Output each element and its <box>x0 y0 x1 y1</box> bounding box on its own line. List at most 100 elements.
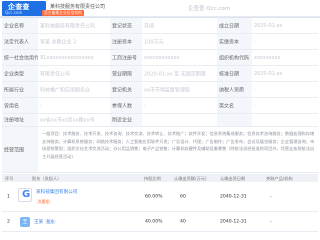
info-value: 2020-01-xx 至 无固定期限 <box>142 66 217 81</box>
info-value: xxxxxxxxxxxx <box>142 50 217 65</box>
info-value: 科技推广和应用服务业 <box>38 82 110 97</box>
info-label: 所属行业 <box>2 82 38 97</box>
qcc-logo[interactable]: 企查查 Qcc.com <box>2 1 46 16</box>
shareholder-table-header: 序号 股东（发起人） 持股比例 认缴出资额(万元) 认缴出资日期 关联产品/机构 <box>2 174 318 182</box>
col-index: 序号 <box>5 175 14 181</box>
info-value-text: 2020-01-xx <box>254 22 283 29</box>
info-label: 企业名称 <box>2 18 38 33</box>
info-row: 注册地址 xx省xx市xx区xx路xx号 附近企业 <box>2 114 318 127</box>
info-label-text: 纳税人资质 <box>219 87 245 93</box>
info-value-text: - <box>254 102 256 109</box>
major-shareholder-pill: 大股东 <box>36 199 52 204</box>
info-value: 100万元 <box>142 34 217 49</box>
company-logo-avatar[interactable]: G <box>18 188 32 202</box>
info-label: 成立日期 <box>217 18 252 33</box>
info-value: 2020-01-xx <box>252 18 318 33</box>
shareholder-pill: 股东 <box>44 218 57 224</box>
subscribed-amount: 60 <box>180 194 186 199</box>
info-label-text: 曾用名 <box>4 103 20 109</box>
person-avatar[interactable]: 王 <box>20 217 30 227</box>
info-label: 统一社会信用代码 <box>2 50 38 65</box>
info-value: xx市市场监督管理局 <box>142 82 217 97</box>
info-value: - <box>252 34 318 49</box>
info-value: - <box>142 98 217 113</box>
col-shareholder: 股东（发起人） <box>32 175 62 181</box>
info-label-text: 实缴资本 <box>219 39 240 45</box>
info-value: - <box>38 98 110 113</box>
info-label: 附近企业 <box>110 114 142 126</box>
info-label-text: 注册资本 <box>112 39 133 45</box>
info-label: 登记机关 <box>110 82 142 97</box>
info-value-text: - <box>254 38 256 45</box>
info-label: 企业类型 <box>2 66 38 81</box>
shareholder-name[interactable]: 王某 <box>34 220 43 225</box>
info-row: 统一社会信用代码91xxxxxxxxxxxxxxxx 工商注册号 xxxxxxxxx… <box>2 50 318 66</box>
info-value-text: 存续 <box>144 23 155 29</box>
col-related: 关联产品/机构 <box>266 175 293 181</box>
info-row: 曾用名 - 参保人数 - 英文名 - <box>2 98 318 114</box>
business-scope-row: 经营范围 一般项目：技术服务、技术开发、技术咨询、技术交流、技术转让、技术推广；… <box>2 127 318 173</box>
info-value-text: xx市市场监督管理局 <box>144 87 190 93</box>
info-label-text: 统一社会信用代码 <box>4 55 38 61</box>
info-label-text: 企业名称 <box>4 23 25 29</box>
info-value-text: 2020-01-xx <box>254 70 283 77</box>
business-scope-label-text: 经营范围 <box>4 147 25 153</box>
info-value-text: - <box>254 86 256 93</box>
info-label: 实缴资本 <box>217 34 252 49</box>
info-label-text: 参保人数 <box>112 103 133 109</box>
info-value-text: 李某 关联企业 2 <box>40 39 77 45</box>
info-value-text: 91xxxxxxxxxxxxxxxx <box>40 54 94 61</box>
info-value: - <box>252 98 318 113</box>
info-value: 某科技服务有限责任公司 <box>38 18 110 33</box>
shareholder-row[interactable]: 2 王 王某 股东 40.00% 40 2040-12-31 - <box>2 212 318 232</box>
info-value-text: xx省xx市xx区xx路xx号 <box>40 117 95 124</box>
official-badge: 官方备案企业征信机构 <box>42 10 84 16</box>
top-header: 企查查 Qcc.com 官方备案企业征信机构 某科技服务有限责任公司 企查查 Q… <box>0 0 320 17</box>
info-value-text: xxxxxxxxxxxx <box>144 54 180 61</box>
subscribed-date: 2040-12-31 <box>220 219 247 224</box>
info-value-text: - <box>144 102 146 109</box>
info-label-text: 成立日期 <box>219 23 240 29</box>
info-row: 所属行业 科技推广和应用服务业 登记机关 xx市市场监督管理局 纳税人资质 - <box>2 82 318 98</box>
info-value-text: 100万元 <box>144 39 164 45</box>
shareholder-tag: 大股东 <box>36 199 52 205</box>
info-value-text: 2020-01-xx 至 无固定期限 <box>144 71 206 77</box>
info-label-text: 英文名 <box>219 103 235 109</box>
row-index: 2 <box>7 219 10 224</box>
watermark: 企查查 Qcc.com <box>188 6 231 12</box>
logo-subtext: Qcc.com <box>5 10 23 15</box>
shareholder-name-link[interactable]: 某科技集团有限公司 <box>36 189 77 195</box>
info-label: 工商注册号 <box>110 50 142 65</box>
info-value: 存续 <box>142 18 217 33</box>
shareholder-name[interactable]: 某科技集团有限公司 <box>36 190 77 195</box>
info-row: 法定代表人 李某 关联企业 2 注册资本 100万元 实缴资本 - <box>2 34 318 50</box>
info-label-text: 营业期限 <box>112 71 133 77</box>
holding-ratio: 40.00% <box>145 219 163 224</box>
info-value: xx省xx市xx区xx路xx号 <box>38 114 110 126</box>
info-label-text: 登记机关 <box>112 87 133 93</box>
page-title: 某科技服务有限责任公司 <box>50 4 106 10</box>
subscribed-date: 2040-12-31 <box>220 194 247 199</box>
info-label: 组织机构代码 <box>217 50 252 65</box>
info-value-text: - <box>40 102 42 109</box>
row-index: 1 <box>7 194 10 199</box>
info-label-text: 附近企业 <box>112 117 133 124</box>
info-label-text: 核准日期 <box>219 71 240 77</box>
shareholder-name-link[interactable]: 王某 股东 <box>34 218 57 225</box>
info-label-text: 登记状态 <box>112 23 133 29</box>
related-org: - <box>270 194 272 199</box>
info-label: 注册资本 <box>110 34 142 49</box>
info-label-text: 所属行业 <box>4 87 25 93</box>
shareholder-row[interactable]: 1 G 某科技集团有限公司 大股东 60.00% 60 2040-12-31 - <box>2 182 318 212</box>
info-label: 营业期限 <box>110 66 142 81</box>
info-label-text: 法定代表人 <box>4 39 30 45</box>
info-value: 2020-01-xx <box>252 66 318 81</box>
google-g-icon: G <box>22 189 31 200</box>
col-ratio: 持股比例 <box>144 175 161 181</box>
info-label-text: 企业类型 <box>4 71 25 77</box>
info-label <box>217 114 252 126</box>
info-value <box>252 114 318 126</box>
info-label: 注册地址 <box>2 114 38 126</box>
info-label: 曾用名 <box>2 98 38 113</box>
info-value: 李某 关联企业 2 <box>38 34 110 49</box>
